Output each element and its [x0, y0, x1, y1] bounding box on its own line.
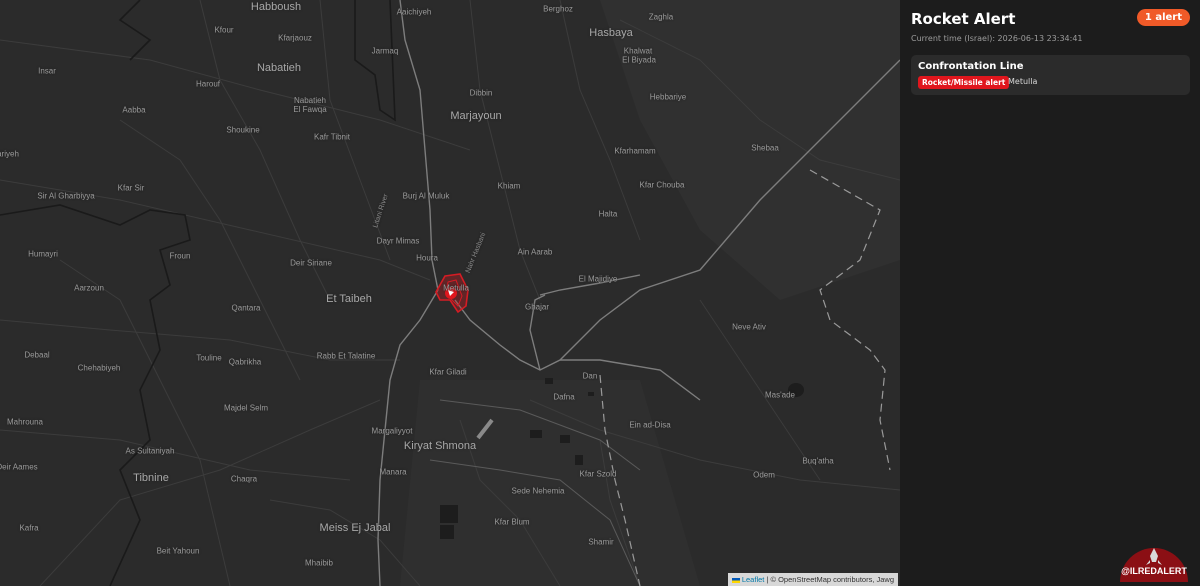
panel-title: Rocket Alert	[911, 10, 1016, 28]
map-label-majdel-selm: Majdel Selm	[223, 403, 269, 413]
current-time: Current time (Israel): 2026-06-13 23:34:…	[911, 34, 1083, 43]
map-label-masade: Mas'ade	[765, 390, 795, 400]
map-label-qantara: Qantara	[231, 303, 261, 313]
map-label-kfarjaouz: Kfarjaouz	[278, 33, 312, 43]
alert-region: Confrontation Line	[918, 61, 1024, 72]
map-label-shebaa: Shebaa	[751, 143, 779, 153]
map-label-odem: Odem	[753, 470, 775, 480]
map-label-berghoz: Berghoz	[543, 4, 573, 14]
map-label-halta: Halta	[598, 209, 618, 219]
map-label-debaal: Debaal	[24, 350, 50, 360]
map-label-chaqra: Chaqra	[230, 474, 258, 484]
map-label-houra: Houra	[416, 253, 438, 263]
map-label-humayri: Humayri	[28, 249, 58, 259]
ukraine-flag-icon	[731, 577, 740, 583]
map-label-shamir: Shamir	[588, 537, 614, 547]
map-label-insar: Insar	[38, 66, 56, 76]
map-label-khiam: Khiam	[497, 181, 521, 191]
leaflet-link[interactable]: Leaflet	[742, 575, 765, 584]
map-label-marjayoun: Marjayoun	[450, 110, 502, 122]
map-layer	[0, 0, 900, 586]
map-label-dafna: Dafna	[553, 392, 575, 402]
map-label-beit-yahoun: Beit Yahoun	[156, 546, 200, 556]
map-label-mahrouna: Mahrouna	[6, 417, 44, 427]
map-label-sede-nehemia: Sede Nehemia	[511, 486, 565, 496]
map-label-manara: Manara	[379, 467, 407, 477]
alert-count-badge: 1 alert	[1136, 9, 1190, 26]
alert-card[interactable]: Confrontation Line Rocket/Missile alert …	[911, 55, 1190, 95]
alert-type-badge: Rocket/Missile alert	[918, 76, 1010, 89]
map-label-el-biyada: El Biyada	[622, 55, 656, 65]
map-label-touline: Touline	[196, 353, 222, 363]
map-label-hebbariye: Hebbariye	[649, 92, 687, 102]
map-label-sir-al-gharbiyya: Sir Al Gharbiyya	[37, 191, 95, 201]
map-label-kfour: Kfour	[214, 25, 234, 35]
map-label-aarzoun: Aarzoun	[74, 283, 104, 293]
map-label-harouf: Harouf	[195, 79, 221, 89]
map-label-ghajar: Ghajar	[524, 302, 550, 312]
map-label-el-majidiye: El Majidiye	[578, 274, 618, 284]
ilredalert-logo: @ILREDALERT	[1120, 548, 1188, 582]
attribution-text: | © OpenStreetMap contributors, Jawg	[764, 575, 894, 584]
map-label-hasbaya: Hasbaya	[589, 27, 633, 39]
alert-city: Metulla	[1008, 77, 1038, 86]
alert-panel: Rocket Alert 1 alert Current time (Israe…	[900, 0, 1200, 586]
map-label-kafra: Kafra	[19, 523, 39, 533]
map-label-ain-aarab: Ain Aarab	[517, 247, 553, 257]
map-label-burj-al-muluk: Burj Al Muluk	[402, 191, 450, 201]
map-label-ariyeh: ariyeh	[0, 149, 19, 159]
map-label-aabba: Aabba	[122, 105, 146, 115]
map-label-as-sultaniyah: As Sultaniyah	[125, 446, 175, 456]
map-label-aaichiyeh: Aaichiyeh	[396, 7, 432, 17]
svg-text:@ILREDALERT: @ILREDALERT	[1121, 566, 1187, 576]
map-label-nabatieh-fawqa: Nabatieh El Fawqa	[293, 96, 327, 114]
map-label-deir-siriane: Deir Siriane	[290, 258, 332, 268]
map-label-jarmaq: Jarmaq	[371, 46, 399, 56]
map-label-habboush: Habboush	[250, 1, 302, 13]
map-label-kfar-sir: Kfar Sir	[117, 183, 145, 193]
map-label-kfar-chouba: Kfar Chouba	[639, 180, 685, 190]
map-label-tibnine: Tibnine	[133, 472, 169, 484]
map-label-dibbin: Dibbin	[469, 88, 493, 98]
map-label-dayr-mimas: Dayr Mimas	[376, 236, 420, 246]
map-label-mhaibib: Mhaibib	[304, 558, 334, 568]
map-attribution: Leaflet | © OpenStreetMap contributors, …	[727, 573, 898, 586]
map-label-chehabiyeh: Chehabiyeh	[77, 363, 121, 373]
map-label-kiryat-shmona: Kiryat Shmona	[403, 440, 477, 452]
map-label-froun: Froun	[169, 251, 191, 261]
map-label-buq-atha: Buq'atha	[802, 456, 834, 466]
map-label-qabrikha: Qabrikha	[228, 357, 262, 367]
map[interactable]: Habboush Aaichiyeh Berghoz Zaghla Hasbay…	[0, 0, 900, 586]
map-label-meiss-ej-jabal: Meiss Ej Jabal	[319, 522, 391, 534]
map-label-khalwat: Khalwat	[623, 46, 653, 56]
map-label-margaliyyot: Margaliyyot	[371, 426, 413, 436]
map-label-kfar-blum: Kfar Blum	[494, 517, 530, 527]
map-label-deir-aames: Deir Aames	[0, 462, 38, 472]
map-label-dan: Dan	[582, 371, 598, 381]
map-label-kfar-giladi: Kfar Giladi	[429, 367, 467, 377]
map-label-et-taibeh: Et Taibeh	[326, 293, 372, 305]
map-label-kfar-szold: Kfar Szold	[579, 469, 617, 479]
map-label-nabatieh: Nabatieh	[256, 62, 302, 74]
map-label-shoukine: Shoukine	[226, 125, 260, 135]
map-label-neve-ativ: Neve Ativ	[732, 322, 766, 332]
map-label-zaghla: Zaghla	[648, 12, 674, 22]
map-label-ein-ad-disa: Ein ad-Disa	[629, 420, 671, 430]
map-label-kafr-tibnit: Kafr Tibnit	[313, 132, 351, 142]
map-label-kfarhamam: Kfarhamam	[614, 146, 656, 156]
map-label-metulla: Metulla	[443, 283, 469, 293]
map-label-rabb-talatine: Rabb Et Talatine	[316, 351, 376, 361]
